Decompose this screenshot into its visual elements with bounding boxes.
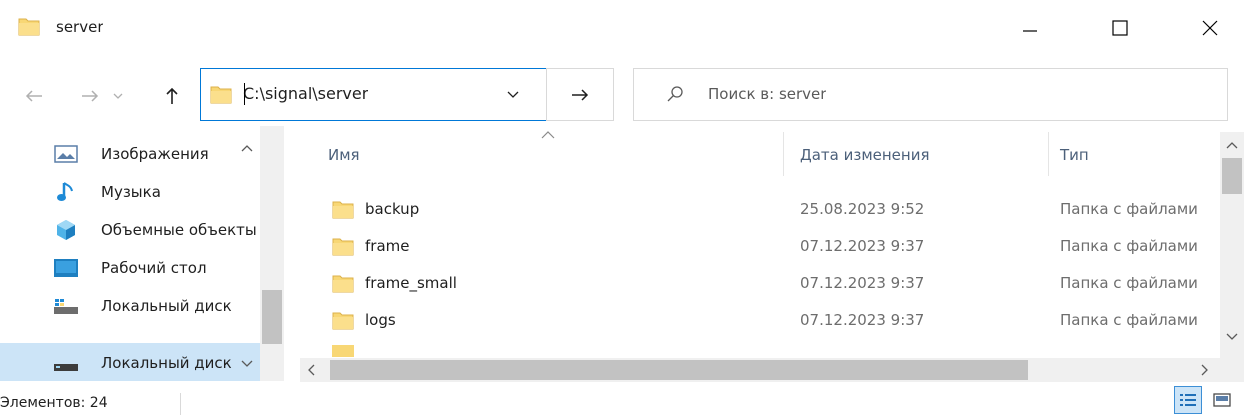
navigation-pane: Изображения Музыка Объемные объекты Рабо… <box>0 126 282 381</box>
nav-item-label: Локальный диск <box>101 297 232 315</box>
vertical-scrollbar-thumb[interactable] <box>1222 158 1242 194</box>
close-button[interactable] <box>1180 0 1240 56</box>
sort-ascending-icon <box>540 130 556 140</box>
column-header-date[interactable]: Дата изменения <box>800 146 930 164</box>
window-title: server <box>56 18 104 36</box>
minimize-icon <box>1023 30 1037 32</box>
nav-item-local-disk[interactable]: Локальный диск <box>0 286 260 324</box>
file-name: logs <box>365 311 396 329</box>
nav-item-label: Изображения <box>101 145 209 163</box>
minimize-button[interactable] <box>1000 0 1060 56</box>
maximize-icon <box>1112 20 1128 36</box>
nav-item-3d-objects[interactable]: Объемные объекты <box>0 210 260 248</box>
file-date: 25.08.2023 9:52 <box>800 200 925 218</box>
nav-item-pictures[interactable]: Изображения <box>0 134 260 172</box>
column-header-name[interactable]: Имя <box>328 146 360 164</box>
details-view-button[interactable] <box>1174 386 1202 414</box>
column-headers: Имя Дата изменения Тип <box>300 130 1220 176</box>
text-caret <box>244 83 245 105</box>
local-disk-icon <box>50 352 82 374</box>
local-disk-icon <box>50 295 82 317</box>
file-date: 07.12.2023 9:37 <box>800 311 925 329</box>
nav-item-label: Локальный диск <box>101 354 232 372</box>
status-item-count: Элементов: 24 <box>0 395 108 411</box>
chevron-down-icon <box>507 91 519 98</box>
chevron-down-icon <box>113 93 123 99</box>
forward-button[interactable] <box>76 78 104 114</box>
go-button[interactable] <box>546 68 614 121</box>
arrow-right-icon <box>572 88 589 101</box>
maximize-button[interactable] <box>1090 0 1150 56</box>
address-dropdown-button[interactable] <box>506 89 520 101</box>
folder-icon <box>332 345 354 357</box>
recent-locations-button[interactable] <box>108 78 128 114</box>
file-type: Папка с файлами <box>1060 311 1198 329</box>
up-arrow-icon <box>166 87 178 104</box>
table-row[interactable]: backup 25.08.2023 9:52 Папка с файлами <box>300 190 1220 227</box>
folder-icon <box>332 272 354 294</box>
file-name: backup <box>365 200 420 218</box>
nav-scrollbar-thumb[interactable] <box>262 290 282 344</box>
table-row[interactable]: frame 07.12.2023 9:37 Папка с файлами <box>300 227 1220 264</box>
large-icons-view-icon <box>1213 393 1231 407</box>
column-header-type[interactable]: Тип <box>1060 146 1089 164</box>
nav-item-desktop[interactable]: Рабочий стол <box>0 248 260 286</box>
pictures-icon <box>50 143 82 165</box>
folder-icon <box>332 309 354 331</box>
column-divider[interactable] <box>1048 132 1049 176</box>
nav-item-label: Музыка <box>101 183 161 201</box>
title-bar[interactable]: server <box>0 0 1252 56</box>
file-type: Папка с файлами <box>1060 237 1198 255</box>
forward-arrow-icon <box>82 90 99 102</box>
table-row[interactable]: frame_small 07.12.2023 9:37 Папка с файл… <box>300 264 1220 301</box>
scroll-up-icon[interactable] <box>1226 140 1238 150</box>
file-type: Папка с файлами <box>1060 274 1198 292</box>
back-button[interactable] <box>20 78 48 114</box>
scroll-left-icon[interactable] <box>306 364 316 376</box>
file-date: 07.12.2023 9:37 <box>800 237 925 255</box>
horizontal-scrollbar-thumb[interactable] <box>330 360 1028 380</box>
back-arrow-icon <box>25 90 42 102</box>
up-button[interactable] <box>158 78 186 114</box>
search-input[interactable]: Поиск в: server <box>708 85 826 103</box>
nav-item-music[interactable]: Музыка <box>0 172 260 210</box>
file-date: 07.12.2023 9:37 <box>800 274 925 292</box>
music-icon <box>50 181 82 203</box>
close-icon <box>1202 20 1218 36</box>
search-box[interactable]: Поиск в: server <box>633 68 1228 121</box>
column-divider[interactable] <box>783 132 784 176</box>
details-view-icon <box>1180 394 1196 406</box>
folder-icon <box>332 235 354 257</box>
desktop-icon <box>50 257 82 279</box>
folder-icon <box>18 15 40 37</box>
file-name: frame <box>365 237 410 255</box>
address-bar[interactable]: C:\signal\server <box>200 68 547 121</box>
address-path[interactable]: C:\signal\server <box>243 84 368 103</box>
file-type: Папка с файлами <box>1060 200 1198 218</box>
folder-icon <box>210 83 232 105</box>
large-icons-view-button[interactable] <box>1208 386 1236 414</box>
nav-item-label: Объемные объекты <box>101 221 257 239</box>
search-icon <box>666 85 684 103</box>
chevron-down-icon[interactable] <box>240 358 254 370</box>
nav-item-local-disk-selected[interactable]: Локальный диск <box>0 343 260 381</box>
file-name: frame_small <box>365 274 457 292</box>
nav-item-label: Рабочий стол <box>101 259 207 277</box>
folder-icon <box>332 198 354 220</box>
scroll-down-icon[interactable] <box>1226 332 1238 342</box>
status-divider <box>180 393 181 415</box>
scroll-right-icon[interactable] <box>1200 364 1210 376</box>
chevron-up-icon[interactable] <box>240 142 254 154</box>
table-row[interactable]: logs 07.12.2023 9:37 Папка с файлами <box>300 301 1220 338</box>
3d-objects-icon <box>50 219 82 241</box>
